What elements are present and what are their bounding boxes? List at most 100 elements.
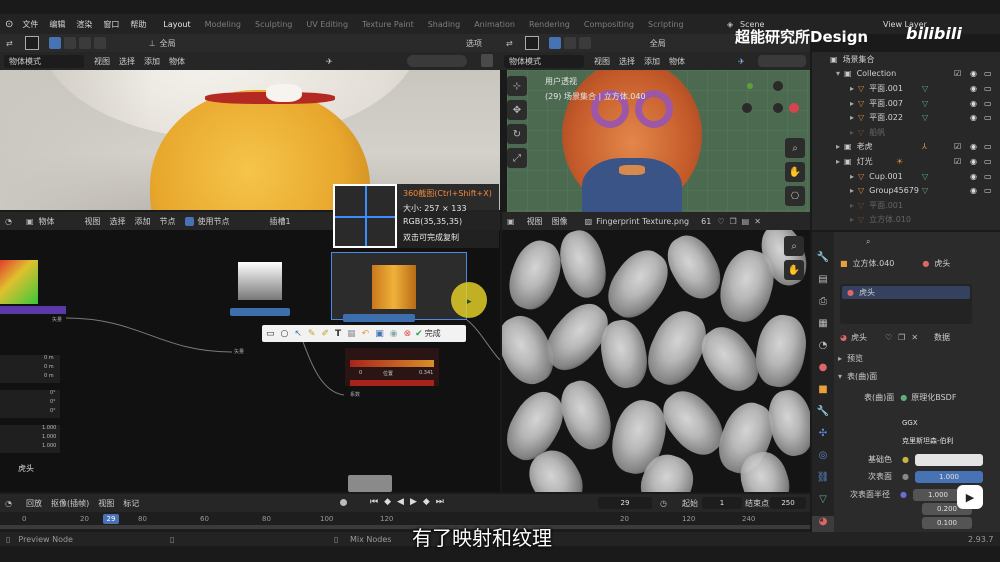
subsurface-value[interactable]: 1.000 [914, 470, 983, 483]
image-name[interactable]: Fingerprint Texture.png [596, 217, 689, 226]
tab-layout[interactable]: Layout [163, 20, 190, 29]
done-check-icon[interactable]: ✔ [415, 329, 423, 339]
subsurface-method-select[interactable]: 克里斯坦森-伯利 [902, 435, 998, 447]
tab-modeling[interactable]: Modeling [205, 20, 241, 29]
tool-tab-icon[interactable]: 🔧 [812, 252, 834, 274]
menu-add[interactable]: 添加 [144, 56, 160, 67]
ellipse-tool-icon[interactable]: ○ [281, 329, 289, 339]
fake-user-icon[interactable]: ♡ [885, 333, 892, 342]
menu-node[interactable]: 节点 [160, 216, 176, 227]
rotate-tool-icon[interactable]: ↻ [507, 124, 527, 144]
done-button[interactable]: 完成 [425, 328, 441, 339]
properties-search-icon[interactable]: ⌕ [866, 237, 870, 247]
outliner-collection[interactable]: ▸ ▣ 灯光 ☀ ☑ ◉ ▭ [812, 154, 1000, 169]
new-image-icon[interactable]: ▤ [742, 217, 750, 226]
use-nodes-checkbox[interactable] [184, 216, 194, 226]
marker-tool-icon[interactable]: ✐ [321, 329, 329, 339]
outliner-collection[interactable]: ▸ ▣ 老虎 ⅄ ☑ ◉ ▭ [812, 140, 1000, 155]
next-key-icon[interactable]: ◆ [423, 497, 430, 507]
select-tool-icon[interactable] [524, 36, 539, 50]
video-play-icon[interactable]: ▶ [957, 485, 983, 509]
duplicate-icon[interactable]: ❐ [898, 333, 905, 342]
keying-menu[interactable]: 抠像(插帧) [51, 498, 89, 509]
navigation-gizmo[interactable] [739, 80, 799, 138]
tab-rendering[interactable]: Rendering [529, 20, 570, 29]
outliner-item[interactable]: ▸ ▽ 平面.007 ▽ ◉ ▭ [812, 96, 1000, 111]
auto-key-button[interactable] [340, 499, 347, 506]
modifier-tab-icon[interactable]: 🔧 [812, 406, 834, 428]
shading-mode-group[interactable] [758, 55, 806, 67]
cancel-icon[interactable]: ⊗ [404, 329, 412, 339]
transform-icon[interactable]: ⇄ [506, 39, 513, 48]
menu-edit[interactable]: 编辑 [49, 19, 65, 30]
outliner-item[interactable]: ▸ ▽ 船帆 [812, 125, 1000, 140]
select-extend-icon[interactable] [563, 37, 576, 49]
slot-select[interactable]: 插槽1 [270, 216, 291, 227]
menu-view[interactable]: 视图 [527, 216, 543, 227]
tab-sculpting[interactable]: Sculpting [255, 20, 292, 29]
subsurface-radius-z[interactable]: 0.100 [922, 517, 972, 529]
outliner-item[interactable]: ▸ ▽ 立方体.010 [812, 213, 1000, 228]
playhead[interactable]: 29 [103, 514, 119, 524]
tab-compositing[interactable]: Compositing [584, 20, 634, 29]
select-invert-icon[interactable] [93, 37, 106, 49]
start-frame-field[interactable]: 1 [702, 497, 742, 509]
playback-menu[interactable]: 回放 [26, 498, 42, 509]
text-tool-icon[interactable]: T [335, 329, 341, 339]
right-viewport-3d[interactable]: 用户透视 (29) 场景集合 | 立方体.040 [507, 70, 810, 212]
markers-menu[interactable]: 标记 [123, 498, 139, 509]
object-tab-icon[interactable]: ■ [812, 384, 834, 406]
distribution-select[interactable]: GGX [902, 417, 978, 429]
menu-window[interactable]: 窗口 [103, 19, 119, 30]
editor-type-icon[interactable]: ▣ [507, 217, 515, 226]
tab-animation[interactable]: Animation [474, 20, 515, 29]
image-browse-icon[interactable]: ▨ [585, 217, 593, 226]
menu-object[interactable]: 物体 [669, 56, 685, 67]
grey-tab[interactable] [348, 475, 392, 492]
mode-select[interactable]: 物体模式 [504, 54, 584, 68]
object-name[interactable]: 立方体.040 [853, 258, 895, 269]
global-orientation[interactable]: 全局 [650, 38, 666, 49]
play-icon[interactable]: ▶ [410, 497, 417, 507]
save-icon[interactable]: ▣ [375, 329, 384, 339]
zoom-icon[interactable]: ⌕ [785, 138, 805, 158]
end-frame-field[interactable]: 250 [770, 497, 806, 509]
surface-shader[interactable]: 原理化BSDF [911, 392, 956, 403]
pin-icon[interactable]: ◉ [390, 329, 398, 339]
menu-file[interactable]: 文件 [22, 19, 38, 30]
duplicate-icon[interactable]: ❐ [729, 217, 736, 226]
output-tab-icon[interactable]: ⎙ [812, 296, 834, 318]
world-tab-icon[interactable]: ● [812, 362, 834, 384]
outliner-root[interactable]: ▣ 场景集合 [812, 52, 1000, 67]
image-users[interactable]: 61 [701, 217, 711, 226]
menu-render[interactable]: 渲染 [76, 19, 92, 30]
material-datablock[interactable]: 虎头 [851, 332, 867, 343]
mosaic-tool-icon[interactable]: ▦ [347, 329, 356, 339]
jump-start-icon[interactable]: ⏮ [370, 497, 378, 507]
preview-range-icon[interactable]: ◷ [660, 499, 667, 508]
current-frame-field[interactable]: 29 [598, 497, 652, 509]
timeline-ruler[interactable]: 0 20 29 80 60 80 100 120 20 120 240 [0, 512, 810, 530]
zoom-icon[interactable]: ⌕ [784, 236, 804, 256]
material-slot-list[interactable]: ● 虎头 [840, 284, 972, 324]
viewport-gizmo-icon[interactable]: ✈ [326, 57, 333, 66]
blender-logo-icon[interactable]: ⊙ [5, 19, 13, 30]
scale-tool-icon[interactable]: ⤢ [507, 148, 527, 168]
physics-tab-icon[interactable]: ◎ [812, 450, 834, 472]
rectangle-tool-icon[interactable]: ▭ [266, 329, 275, 339]
fingerprint-texture-view[interactable] [502, 230, 810, 492]
unlink-icon[interactable]: ✕ [754, 217, 761, 226]
fake-user-icon[interactable]: ♡ [717, 217, 724, 226]
tab-shading[interactable]: Shading [428, 20, 461, 29]
shader-type-select[interactable]: 物体 [39, 216, 55, 227]
cursor-tool-icon[interactable]: ⊹ [507, 76, 527, 96]
menu-view[interactable]: 视图 [85, 216, 101, 227]
menu-view[interactable]: 视图 [98, 498, 114, 509]
options-label[interactable]: 选项 [466, 38, 482, 49]
arrow-tool-icon[interactable]: ↖ [294, 329, 302, 339]
tab-texture-paint[interactable]: Texture Paint [362, 20, 414, 29]
menu-select[interactable]: 选择 [619, 56, 635, 67]
outliner-item[interactable]: ▸ ▽ 平面.001 ▽ ◉ ▭ [812, 81, 1000, 96]
mode-select[interactable]: 物体模式 [4, 54, 84, 68]
jump-end-icon[interactable]: ⏭ [436, 497, 444, 507]
